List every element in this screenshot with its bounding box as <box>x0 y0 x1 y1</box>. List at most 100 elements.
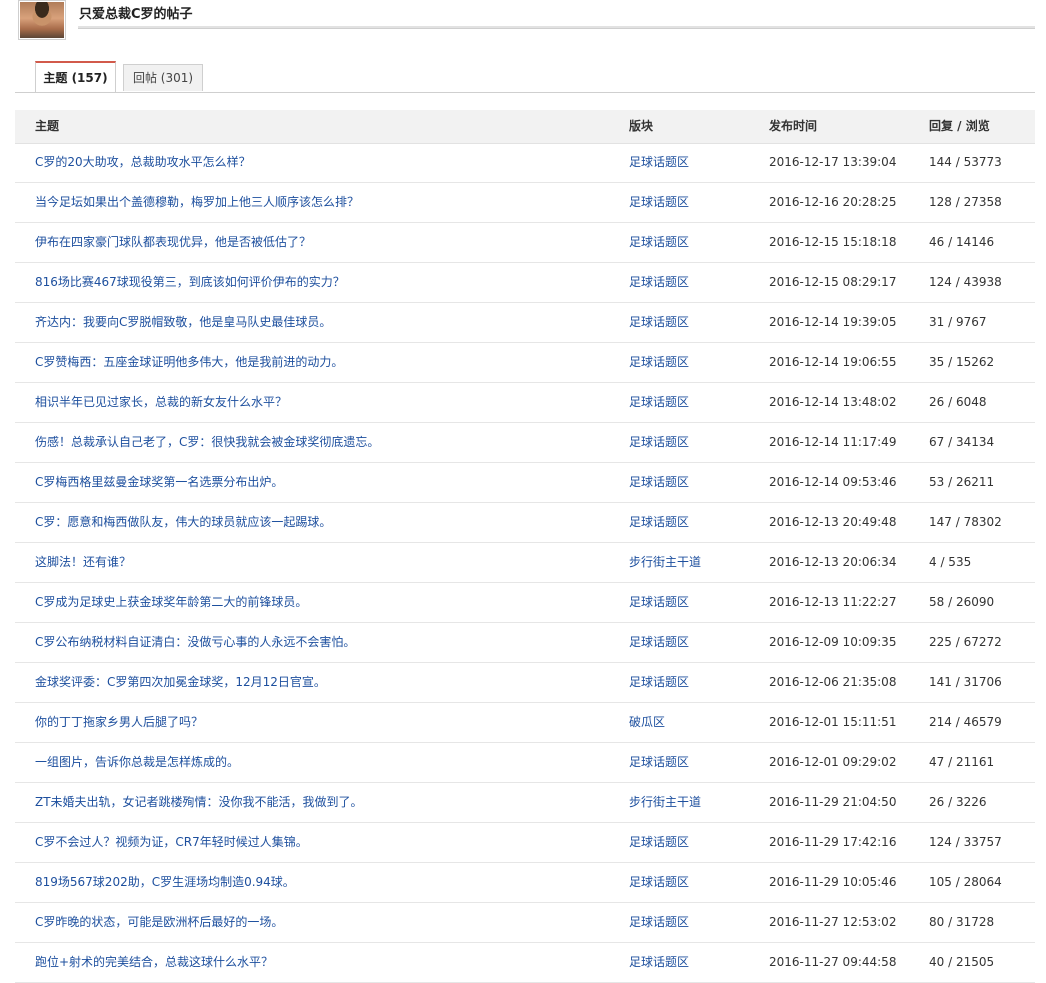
reply-view-count: 80 / 31728 <box>929 915 995 929</box>
forum-link[interactable]: 足球话题区 <box>629 263 689 302</box>
post-subject-link[interactable]: C罗成为足球史上获金球奖年龄第二大的前锋球员。 <box>35 583 307 622</box>
table-row: 当今足坛如果出个盖德穆勒，梅罗加上他三人顺序该怎么排？ 足球话题区 2016-12-… <box>15 183 1035 223</box>
avatar-image <box>20 2 64 38</box>
table-row: 816场比赛467球现役第三，到底该如何评价伊布的实力？ 足球话题区 2016-12… <box>15 263 1035 303</box>
forum-link[interactable]: 足球话题区 <box>629 743 689 782</box>
post-time: 2016-12-15 15:18:18 <box>769 235 897 249</box>
post-subject-link[interactable]: 伤感！总裁承认自己老了，C罗：很快我就会被金球奖彻底遗忘。 <box>35 423 379 462</box>
reply-view-count: 35 / 15262 <box>929 355 995 369</box>
tab-replies[interactable]: 回帖 (301) <box>123 64 203 91</box>
post-subject-link[interactable]: C罗：愿意和梅西做队友，伟大的球员就应该一起踢球。 <box>35 503 331 542</box>
title-divider <box>78 26 1035 29</box>
post-time: 2016-12-01 15:11:51 <box>769 715 897 729</box>
forum-link[interactable]: 足球话题区 <box>629 143 689 182</box>
table-row: 你的丁丁拖家乡男人后腿了吗？ 破瓜区 2016-12-01 15:11:51 214 … <box>15 703 1035 743</box>
post-time: 2016-12-14 09:53:46 <box>769 475 897 489</box>
forum-link[interactable]: 足球话题区 <box>629 903 689 942</box>
post-subject-link[interactable]: 816场比赛467球现役第三，到底该如何评价伊布的实力？ <box>35 263 345 302</box>
table-header: 主题 版块 发布时间 回复 / 浏览 <box>15 110 1035 144</box>
post-subject-link[interactable]: 金球奖评委：C罗第四次加冕金球奖，12月12日官宣。 <box>35 663 326 702</box>
post-time: 2016-11-29 17:42:16 <box>769 835 897 849</box>
table-row: 一组图片，告诉你总裁是怎样炼成的。 足球话题区 2016-12-01 09:29:0… <box>15 743 1035 783</box>
post-time: 2016-12-14 13:48:02 <box>769 395 897 409</box>
column-header-subject: 主题 <box>35 119 60 133</box>
post-subject-link[interactable]: C罗公布纳税材料自证清白：没做亏心事的人永远不会害怕。 <box>35 623 355 662</box>
post-subject-link[interactable]: C罗不会过人？视频为证，CR7年轻时候过人集锦。 <box>35 823 308 862</box>
post-subject-link[interactable]: 这脚法！还有谁？ <box>35 543 131 582</box>
table-row: 金球奖评委：C罗第四次加冕金球奖，12月12日官宣。 足球话题区 2016-12-0… <box>15 663 1035 703</box>
tab-topics[interactable]: 主题 (157) <box>35 61 116 92</box>
forum-link[interactable]: 足球话题区 <box>629 223 689 262</box>
reply-view-count: 31 / 9767 <box>929 315 987 329</box>
reply-view-count: 4 / 535 <box>929 555 972 569</box>
table-row: C罗公布纳税材料自证清白：没做亏心事的人永远不会害怕。 足球话题区 2016-12-… <box>15 623 1035 663</box>
column-header-stats: 回复 / 浏览 <box>929 119 990 133</box>
table-row: 这脚法！还有谁？ 步行街主干道 2016-12-13 20:06:34 4 / 535 <box>15 543 1035 583</box>
post-subject-link[interactable]: C罗的20大助攻，总裁助攻水平怎么样？ <box>35 143 251 182</box>
post-subject-link[interactable]: C罗赞梅西：五座金球证明他多伟大，他是我前进的动力。 <box>35 343 343 382</box>
reply-view-count: 124 / 43938 <box>929 275 1002 289</box>
forum-link[interactable]: 足球话题区 <box>629 863 689 902</box>
reply-view-count: 53 / 26211 <box>929 475 995 489</box>
table-row: C罗梅西格里兹曼金球奖第一名选票分布出炉。 足球话题区 2016-12-14 09:… <box>15 463 1035 503</box>
post-time: 2016-12-15 08:29:17 <box>769 275 897 289</box>
post-time: 2016-12-13 20:06:34 <box>769 555 897 569</box>
post-subject-link[interactable]: 伊布在四家豪门球队都表现优异，他是否被低估了？ <box>35 223 311 262</box>
post-subject-link[interactable]: ZT未婚夫出轨，女记者跳楼殉情：没你我不能活，我做到了。 <box>35 783 363 822</box>
forum-link[interactable]: 足球话题区 <box>629 463 689 502</box>
table-row: C罗赞梅西：五座金球证明他多伟大，他是我前进的动力。 足球话题区 2016-12-1… <box>15 343 1035 383</box>
forum-link[interactable]: 足球话题区 <box>629 623 689 662</box>
post-subject-link[interactable]: 一组图片，告诉你总裁是怎样炼成的。 <box>35 743 239 782</box>
post-subject-link[interactable]: C罗梅西格里兹曼金球奖第一名选票分布出炉。 <box>35 463 283 502</box>
reply-view-count: 40 / 21505 <box>929 955 995 969</box>
table-row: 跑位+射术的完美结合，总裁这球什么水平？ 足球话题区 2016-11-27 09:4… <box>15 943 1035 983</box>
post-time: 2016-12-14 11:17:49 <box>769 435 897 449</box>
post-subject-link[interactable]: 你的丁丁拖家乡男人后腿了吗？ <box>35 703 203 742</box>
reply-view-count: 58 / 26090 <box>929 595 995 609</box>
reply-view-count: 47 / 21161 <box>929 755 995 769</box>
forum-link[interactable]: 足球话题区 <box>629 423 689 462</box>
forum-link[interactable]: 足球话题区 <box>629 303 689 342</box>
forum-link[interactable]: 足球话题区 <box>629 343 689 382</box>
reply-view-count: 26 / 3226 <box>929 795 987 809</box>
forum-link[interactable]: 破瓜区 <box>629 703 665 742</box>
reply-view-count: 105 / 28064 <box>929 875 1002 889</box>
forum-link[interactable]: 足球话题区 <box>629 823 689 862</box>
forum-link[interactable]: 足球话题区 <box>629 943 689 982</box>
table-row: 伤感！总裁承认自己老了，C罗：很快我就会被金球奖彻底遗忘。 足球话题区 2016-1… <box>15 423 1035 463</box>
column-header-time: 发布时间 <box>769 119 818 133</box>
post-subject-link[interactable]: C罗昨晚的状态，可能是欧洲杯后最好的一场。 <box>35 903 283 942</box>
column-header-forum: 版块 <box>629 119 654 133</box>
post-time: 2016-12-14 19:06:55 <box>769 355 897 369</box>
reply-view-count: 26 / 6048 <box>929 395 987 409</box>
table-row: 齐达内：我要向C罗脱帽致敬，他是皇马队史最佳球员。 足球话题区 2016-12-14… <box>15 303 1035 343</box>
forum-link[interactable]: 足球话题区 <box>629 183 689 222</box>
reply-view-count: 225 / 67272 <box>929 635 1002 649</box>
forum-link[interactable]: 足球话题区 <box>629 383 689 422</box>
post-time: 2016-12-13 20:49:48 <box>769 515 897 529</box>
post-subject-link[interactable]: 819场567球202助，C罗生涯场均制造0.94球。 <box>35 863 295 902</box>
post-subject-link[interactable]: 齐达内：我要向C罗脱帽致敬，他是皇马队史最佳球员。 <box>35 303 331 342</box>
reply-view-count: 128 / 27358 <box>929 195 1002 209</box>
table-row: C罗成为足球史上获金球奖年龄第二大的前锋球员。 足球话题区 2016-12-13 1… <box>15 583 1035 623</box>
table-row: 819场567球202助，C罗生涯场均制造0.94球。 足球话题区 2016-11-… <box>15 863 1035 903</box>
forum-link[interactable]: 步行街主干道 <box>629 543 701 582</box>
post-time: 2016-12-16 20:28:25 <box>769 195 897 209</box>
reply-view-count: 141 / 31706 <box>929 675 1002 689</box>
forum-link[interactable]: 足球话题区 <box>629 663 689 702</box>
forum-link[interactable]: 足球话题区 <box>629 503 689 542</box>
forum-link[interactable]: 足球话题区 <box>629 583 689 622</box>
table-row: ZT未婚夫出轨，女记者跳楼殉情：没你我不能活，我做到了。 步行街主干道 2016-1… <box>15 783 1035 823</box>
post-subject-link[interactable]: 跑位+射术的完美结合，总裁这球什么水平？ <box>35 943 273 982</box>
post-time: 2016-11-27 09:44:58 <box>769 955 897 969</box>
post-time: 2016-12-13 11:22:27 <box>769 595 897 609</box>
reply-view-count: 124 / 33757 <box>929 835 1002 849</box>
post-subject-link[interactable]: 当今足坛如果出个盖德穆勒，梅罗加上他三人顺序该怎么排？ <box>35 183 359 222</box>
post-subject-link[interactable]: 相识半年已见过家长，总裁的新女友什么水平？ <box>35 383 287 422</box>
reply-view-count: 144 / 53773 <box>929 155 1002 169</box>
avatar[interactable] <box>18 0 66 40</box>
forum-link[interactable]: 步行街主干道 <box>629 783 701 822</box>
reply-view-count: 67 / 34134 <box>929 435 995 449</box>
post-time: 2016-11-27 12:53:02 <box>769 915 897 929</box>
post-list: C罗的20大助攻，总裁助攻水平怎么样？ 足球话题区 2016-12-17 13:39… <box>15 143 1035 983</box>
